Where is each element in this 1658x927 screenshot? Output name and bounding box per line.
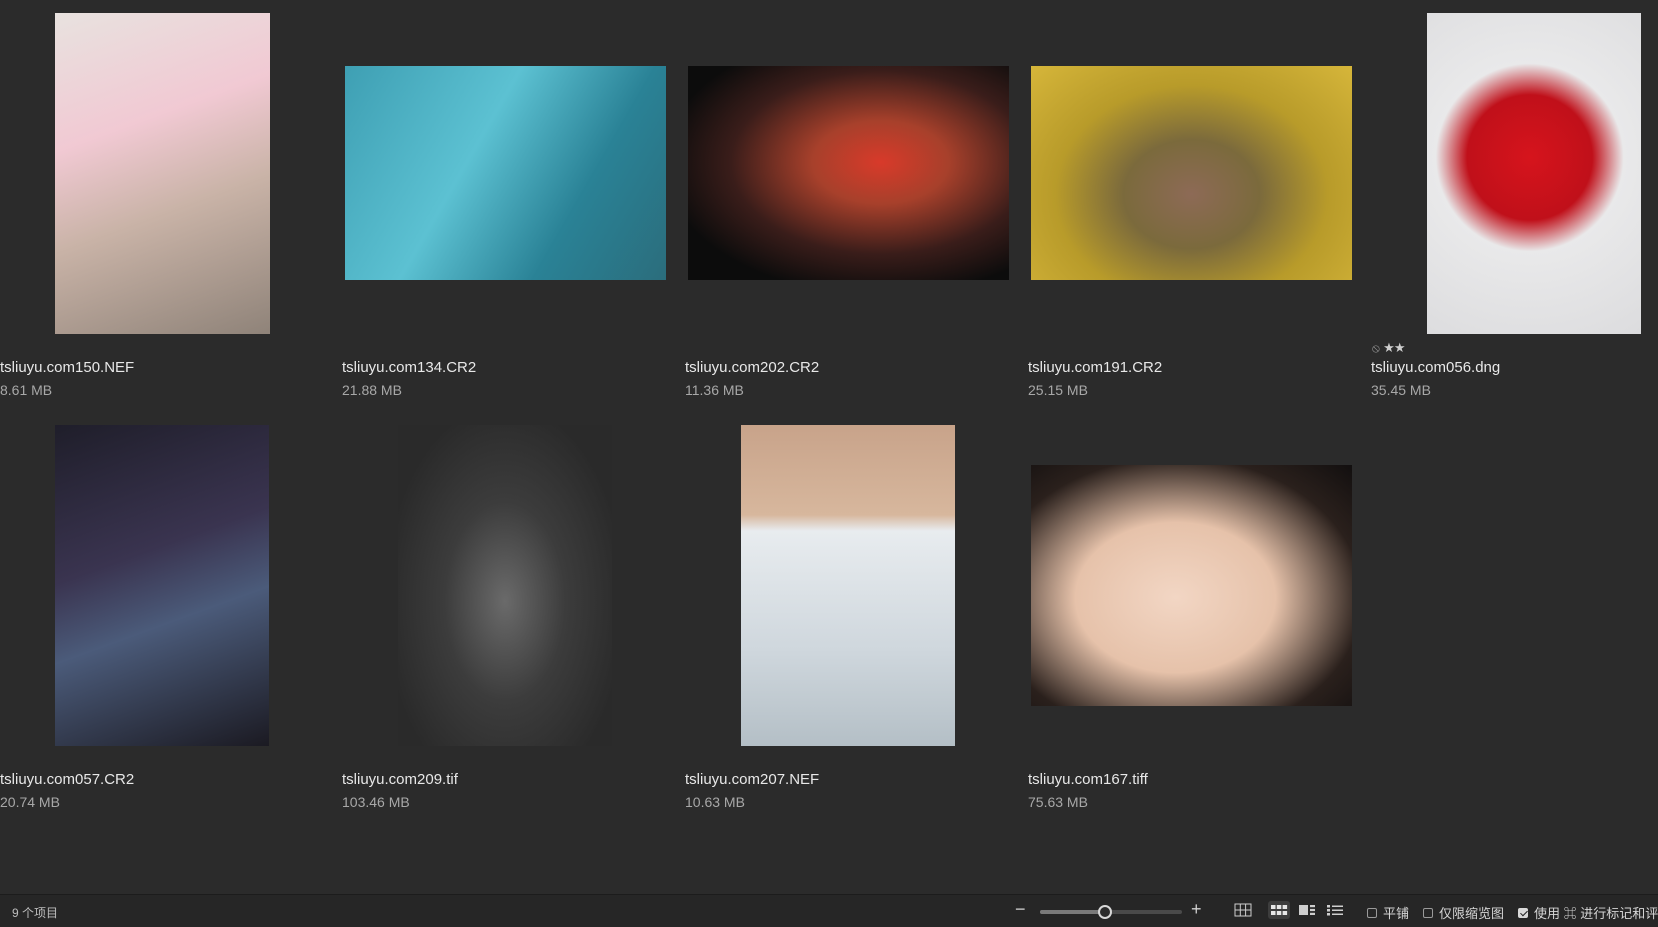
view-filmstrip-icon — [1299, 905, 1315, 915]
thumbnail-image[interactable] — [345, 66, 666, 280]
file-name[interactable]: tsliuyu.com057.CR2 — [0, 771, 134, 788]
photo-placeholder — [1427, 13, 1641, 334]
star-rating[interactable]: ★★ — [1383, 340, 1405, 355]
item-count: 9 个项目 — [12, 906, 59, 920]
thumbnail-image[interactable] — [398, 425, 612, 746]
thumbnail-image[interactable] — [55, 13, 270, 334]
file-size: 35.45 MB — [1371, 382, 1431, 398]
view-grid-large-icon — [1234, 903, 1252, 917]
thumbnail-image[interactable] — [1031, 465, 1352, 706]
file-size: 21.88 MB — [342, 382, 402, 398]
view-grid-icon — [1271, 905, 1288, 915]
file-name[interactable]: tsliuyu.com207.NEF — [685, 771, 819, 788]
tile-checkbox[interactable]: 平铺 — [1367, 903, 1409, 922]
tile-checkbox-box[interactable] — [1367, 907, 1377, 918]
photo-placeholder — [688, 66, 1009, 280]
file-size: 25.15 MB — [1028, 382, 1088, 398]
file-name[interactable]: tsliuyu.com150.NEF — [0, 359, 134, 376]
thumbs-only-label: 仅限缩览图 — [1439, 906, 1505, 921]
file-name[interactable]: tsliuyu.com134.CR2 — [342, 359, 476, 376]
thumbnail-image[interactable] — [688, 66, 1009, 280]
view-grid-large-button[interactable] — [1232, 901, 1254, 919]
zoom-in-icon[interactable]: + — [1191, 899, 1202, 920]
file-name[interactable]: tsliuyu.com191.CR2 — [1028, 359, 1162, 376]
use-cmd-label: 使用 ⌘ 进行标记和评 — [1534, 906, 1658, 921]
photo-placeholder — [741, 425, 955, 746]
zoom-slider[interactable] — [1040, 905, 1182, 919]
photo-placeholder — [55, 13, 270, 334]
view-filmstrip-button[interactable] — [1296, 901, 1318, 919]
file-name[interactable]: tsliuyu.com209.tif — [342, 771, 458, 788]
photo-placeholder — [55, 425, 269, 746]
view-grid-button[interactable] — [1268, 901, 1290, 919]
file-name[interactable]: tsliuyu.com202.CR2 — [685, 359, 819, 376]
status-bar: 9 个项目 − + 平铺 仅限缩览图 使用 ⌘ 进行标记和评 — [0, 894, 1658, 927]
tile-label: 平铺 — [1383, 906, 1410, 921]
file-size: 103.46 MB — [342, 794, 410, 810]
use-cmd-checkbox-box[interactable] — [1518, 907, 1528, 918]
file-name[interactable]: tsliuyu.com056.dng — [1371, 359, 1500, 376]
file-size: 8.61 MB — [0, 382, 53, 398]
thumbs-only-checkbox[interactable]: 仅限缩览图 — [1423, 903, 1504, 922]
rating-badge[interactable]: ⦸ ★★ — [1372, 340, 1405, 356]
reject-icon[interactable]: ⦸ — [1372, 341, 1383, 355]
photo-placeholder — [345, 66, 666, 280]
file-size: 20.74 MB — [0, 794, 60, 810]
thumbnail-image[interactable] — [1031, 66, 1352, 280]
file-size: 11.36 MB — [685, 382, 744, 398]
zoom-slider-fill — [1040, 910, 1104, 914]
photo-placeholder — [398, 425, 612, 746]
file-size: 10.63 MB — [685, 794, 745, 810]
zoom-out-icon[interactable]: − — [1015, 899, 1026, 920]
use-cmd-checkbox[interactable]: 使用 ⌘ 进行标记和评 — [1518, 903, 1658, 922]
photo-placeholder — [1031, 465, 1352, 706]
thumbnail-image[interactable] — [1427, 13, 1641, 334]
thumbnail-grid: tsliuyu.com150.NEF 8.61 MB tsliuyu.com134.… — [0, 0, 1658, 880]
file-size: 75.63 MB — [1028, 794, 1088, 810]
photo-placeholder — [1031, 66, 1352, 280]
view-list-icon — [1327, 905, 1343, 916]
thumbs-only-checkbox-box[interactable] — [1423, 907, 1433, 918]
file-name[interactable]: tsliuyu.com167.tiff — [1028, 771, 1148, 788]
thumbnail-image[interactable] — [741, 425, 955, 746]
thumbnail-image[interactable] — [55, 425, 269, 746]
zoom-slider-knob[interactable] — [1097, 905, 1112, 919]
view-list-button[interactable] — [1324, 901, 1346, 919]
